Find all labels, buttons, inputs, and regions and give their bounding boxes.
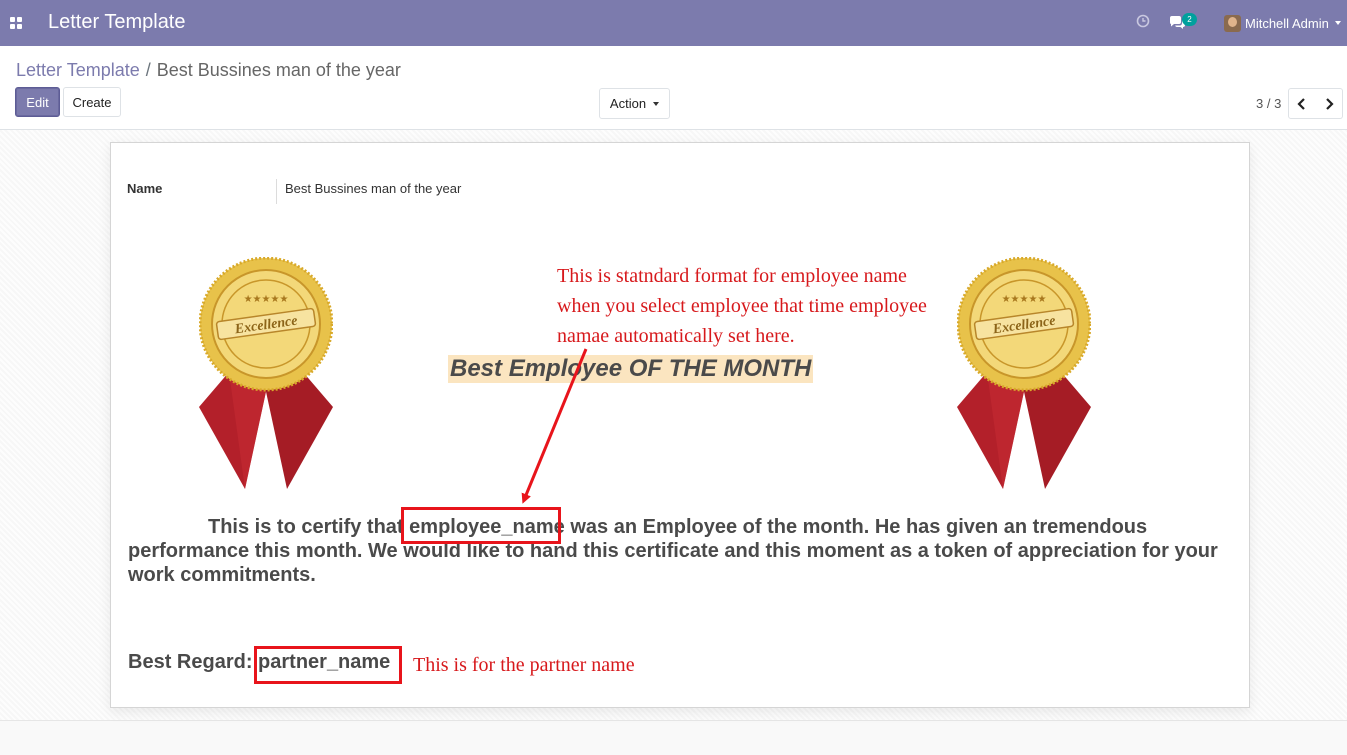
certificate-body: This is to certify that employee_name wa… bbox=[128, 515, 1218, 587]
control-panel: Letter Template / Best Bussines man of the… bbox=[0, 46, 1347, 130]
app-title[interactable]: Letter Template bbox=[48, 11, 186, 34]
annotation-line: when you select employee that time emplo… bbox=[557, 295, 927, 317]
clock-icon[interactable] bbox=[1136, 14, 1150, 28]
user-name: Mitchell Admin bbox=[1245, 15, 1329, 31]
breadcrumb-current: Best Bussines man of the year bbox=[156, 60, 401, 80]
name-field-label: Name bbox=[127, 181, 163, 196]
chevron-down-icon bbox=[653, 101, 660, 106]
employee-name-highlight-box bbox=[401, 507, 561, 544]
annotation-line: namae automatically set here. bbox=[557, 325, 795, 347]
messages-count-badge: 2 bbox=[1182, 13, 1197, 26]
chevron-right-icon bbox=[1325, 97, 1334, 110]
annotation-line: This is statndard format for employee na… bbox=[557, 265, 907, 287]
avatar bbox=[1224, 14, 1241, 32]
create-button[interactable]: Create bbox=[63, 87, 121, 117]
apps-menu-icon[interactable] bbox=[10, 17, 22, 29]
pager-value[interactable]: 3 / 3 bbox=[1256, 96, 1281, 111]
form-sheet: Name Best Bussines man of the year Excel… bbox=[110, 142, 1250, 708]
action-label: Action bbox=[609, 96, 647, 111]
svg-text:★★★★★: ★★★★★ bbox=[244, 294, 289, 305]
pager-previous-button[interactable] bbox=[1288, 88, 1316, 119]
certificate-heading: Best Employee OF THE MONTH bbox=[448, 355, 814, 383]
chevron-down-icon bbox=[1334, 21, 1341, 25]
employee-name-annotation: This is statndard format for employee na… bbox=[557, 261, 927, 351]
breadcrumb-separator: / bbox=[145, 60, 151, 80]
certificate-body-intro: This is to certify that bbox=[208, 516, 410, 538]
regards-label: Best Regard: bbox=[128, 651, 259, 673]
partner-name-highlight-box bbox=[254, 646, 402, 684]
field-divider bbox=[276, 179, 277, 204]
user-menu[interactable]: Mitchell Admin bbox=[1224, 13, 1341, 33]
edit-button[interactable]: Edit bbox=[15, 87, 60, 117]
action-dropdown-button[interactable]: Action bbox=[599, 88, 670, 119]
top-navbar: Letter Template 2 Mitchell Admin bbox=[0, 0, 1347, 46]
excellence-seal-left-icon: Excellence ★★★★★ bbox=[199, 257, 333, 489]
name-field-value: Best Bussines man of the year bbox=[285, 181, 462, 196]
breadcrumb-parent-link[interactable]: Letter Template bbox=[16, 60, 140, 80]
svg-text:★★★★★: ★★★★★ bbox=[1002, 294, 1047, 305]
excellence-seal-right-icon: Excellence ★★★★★ bbox=[957, 257, 1091, 489]
partner-name-annotation: This is for the partner name bbox=[413, 654, 635, 676]
footer-strip bbox=[0, 720, 1347, 755]
breadcrumb: Letter Template / Best Bussines man of the… bbox=[16, 60, 401, 81]
pager-next-button[interactable] bbox=[1315, 88, 1343, 119]
chevron-left-icon bbox=[1297, 97, 1305, 110]
